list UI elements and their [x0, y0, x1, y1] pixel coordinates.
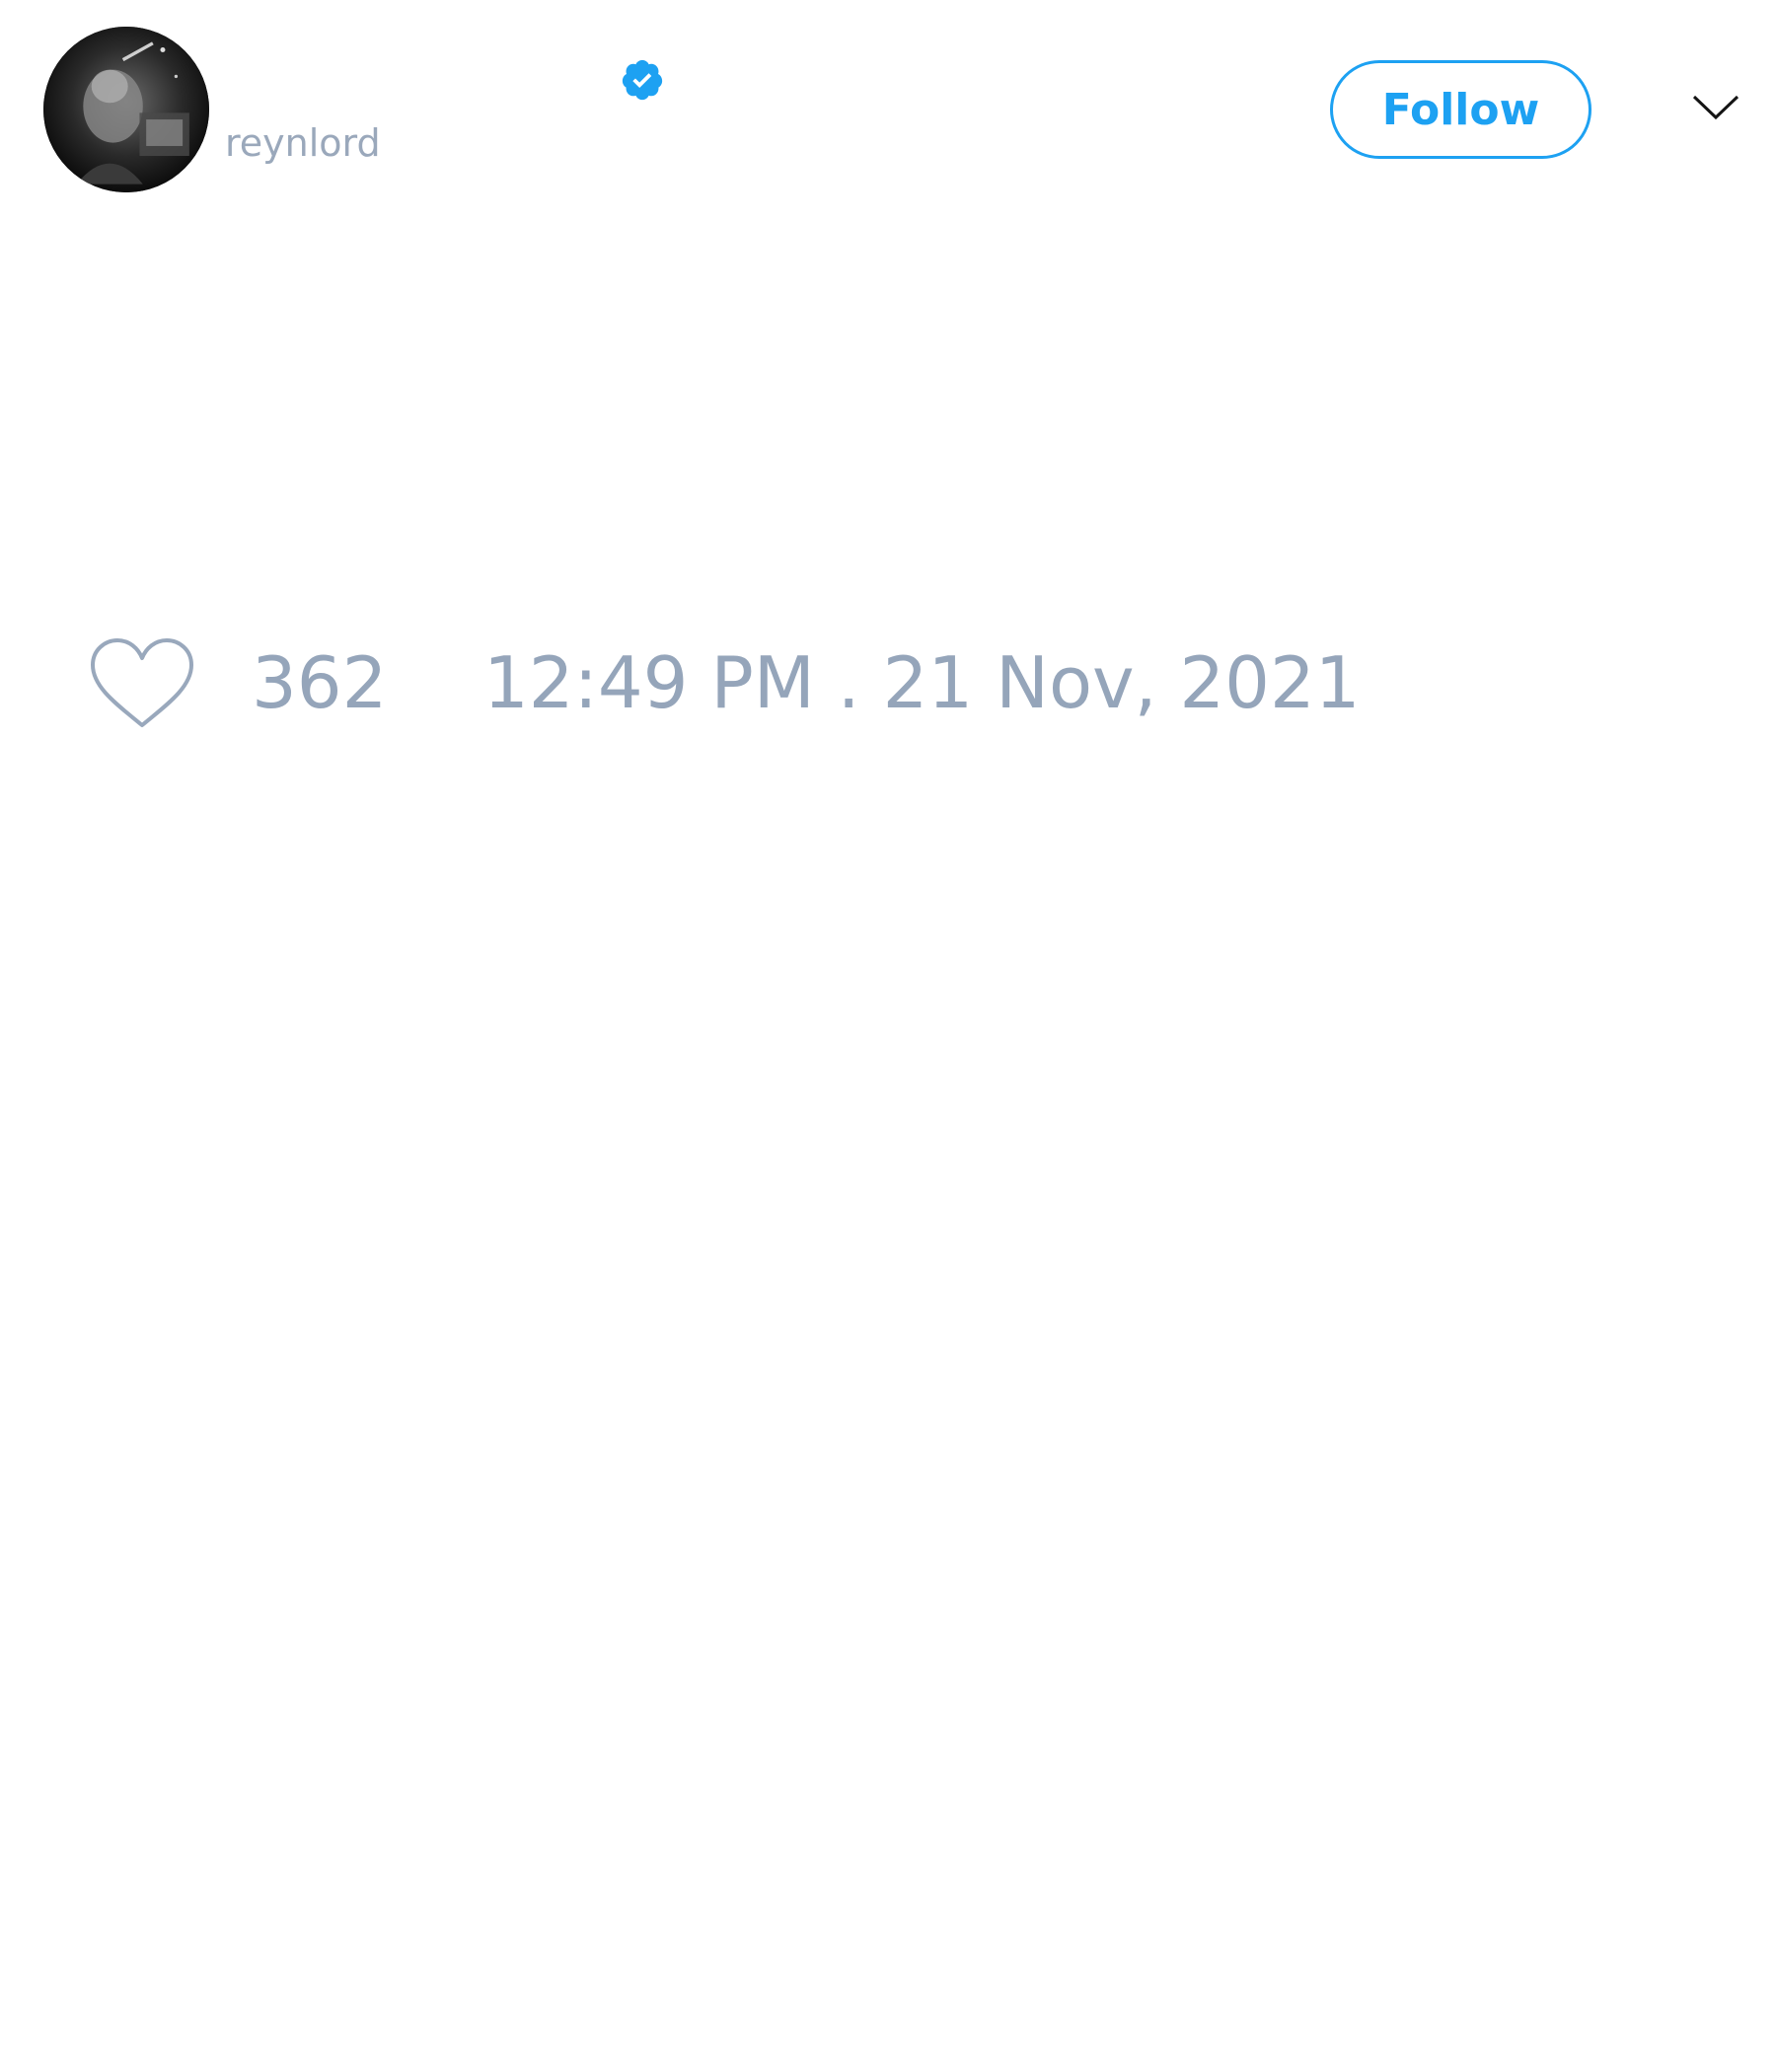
- like-count: 362: [252, 641, 388, 724]
- author-handle[interactable]: reynlord: [225, 124, 381, 162]
- chevron-down-icon[interactable]: [1691, 91, 1740, 122]
- follow-button[interactable]: Follow: [1330, 60, 1591, 159]
- heart-icon[interactable]: [89, 636, 195, 731]
- avatar-photo: [43, 27, 209, 192]
- avatar[interactable]: [43, 27, 209, 192]
- verified-badge-icon: [620, 57, 665, 103]
- timestamp[interactable]: 12:49 PM . 21 Nov, 2021: [483, 647, 1361, 718]
